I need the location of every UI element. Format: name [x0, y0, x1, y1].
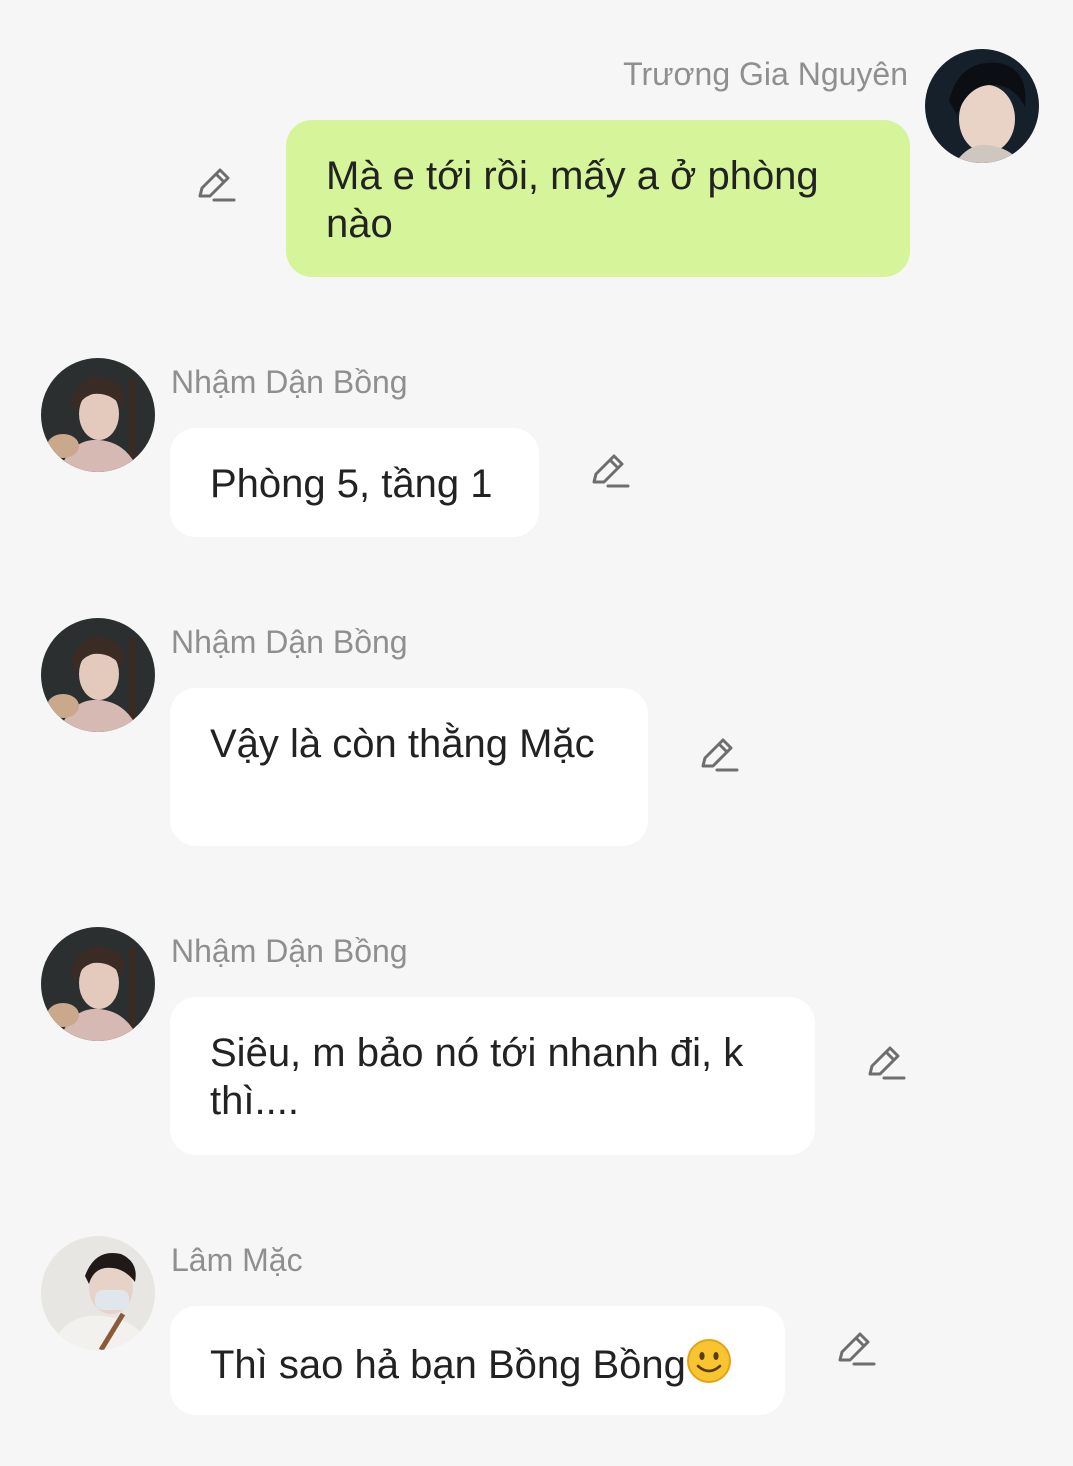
edit-button[interactable]: [588, 450, 630, 492]
edit-button[interactable]: [194, 164, 236, 206]
slightly-smiling-face-icon: [686, 1338, 732, 1395]
edit-button[interactable]: [864, 1042, 906, 1084]
pencil-edit-icon: [868, 1046, 906, 1080]
avatar[interactable]: [41, 358, 155, 472]
avatar-photo-icon: [41, 927, 155, 1041]
pencil-edit-icon: [701, 738, 739, 772]
message-text: Phòng 5, tầng 1: [210, 462, 493, 506]
message-bubble[interactable]: Vậy là còn thằng Mặc: [170, 688, 648, 846]
pencil-edit-icon: [592, 454, 630, 488]
pencil-edit-icon: [838, 1332, 876, 1366]
sender-name: Nhậm Dận Bồng: [171, 364, 408, 400]
message-bubble[interactable]: Thì sao hả bạn Bồng Bồng: [170, 1306, 785, 1415]
message-bubble[interactable]: Siêu, m bảo nó tới nhanh đi, k thì....: [170, 997, 815, 1155]
message-text: Thì sao hả bạn Bồng Bồng: [210, 1343, 686, 1387]
sender-name: Nhậm Dận Bồng: [171, 624, 408, 660]
avatar-photo-icon: [41, 1236, 155, 1350]
sender-name: Trương Gia Nguyên: [623, 56, 908, 92]
avatar-photo-icon: [925, 49, 1039, 163]
avatar[interactable]: [41, 1236, 155, 1350]
avatar[interactable]: [41, 927, 155, 1041]
sender-name: Nhậm Dận Bồng: [171, 933, 408, 969]
avatar-photo-icon: [41, 358, 155, 472]
message-text: Mà e tới rồi, mấy a ở phòng nào: [326, 154, 819, 246]
message-bubble[interactable]: Mà e tới rồi, mấy a ở phòng nào: [286, 120, 910, 277]
message-text: Siêu, m bảo nó tới nhanh đi, k thì....: [210, 1031, 744, 1123]
edit-button[interactable]: [697, 734, 739, 776]
avatar-photo-icon: [41, 618, 155, 732]
pencil-edit-icon: [198, 168, 236, 202]
avatar[interactable]: [925, 49, 1039, 163]
message-text: Vậy là còn thằng Mặc: [210, 722, 595, 766]
avatar[interactable]: [41, 618, 155, 732]
message-bubble[interactable]: Phòng 5, tầng 1: [170, 428, 539, 537]
sender-name: Lâm Mặc: [171, 1242, 303, 1278]
edit-button[interactable]: [834, 1328, 876, 1370]
